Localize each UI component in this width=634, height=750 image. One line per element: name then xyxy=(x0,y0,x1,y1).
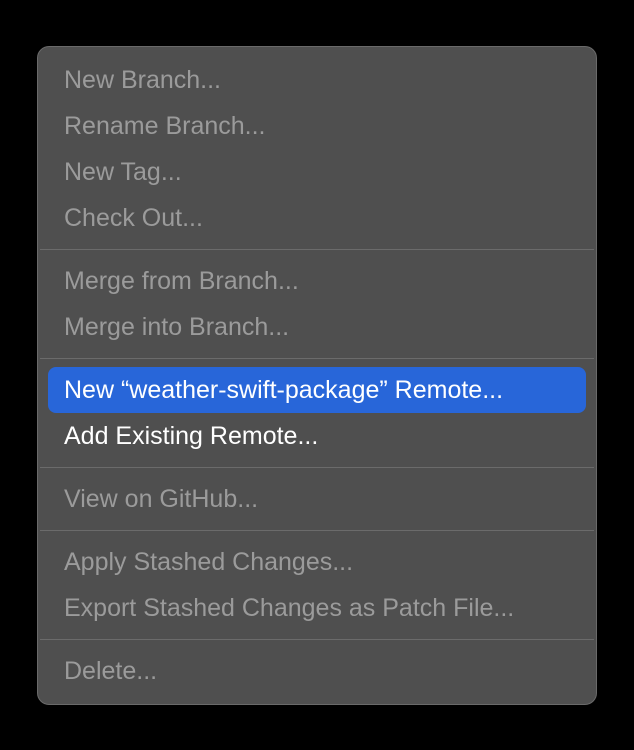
menu-item-new-tag: New Tag... xyxy=(38,149,596,195)
menu-separator xyxy=(40,530,594,531)
menu-separator xyxy=(40,467,594,468)
menu-item-apply-stashed-changes: Apply Stashed Changes... xyxy=(38,539,596,585)
menu-item-rename-branch: Rename Branch... xyxy=(38,103,596,149)
menu-separator xyxy=(40,639,594,640)
menu-separator xyxy=(40,249,594,250)
menu-item-merge-into-branch: Merge into Branch... xyxy=(38,304,596,350)
menu-item-new-branch: New Branch... xyxy=(38,57,596,103)
menu-item-new-remote[interactable]: New “weather-swift-package” Remote... xyxy=(48,367,586,413)
menu-item-view-on-github: View on GitHub... xyxy=(38,476,596,522)
menu-item-add-existing-remote[interactable]: Add Existing Remote... xyxy=(38,413,596,459)
menu-separator xyxy=(40,358,594,359)
context-menu: New Branch...Rename Branch...New Tag...C… xyxy=(37,46,597,705)
menu-item-export-stashed-changes: Export Stashed Changes as Patch File... xyxy=(38,585,596,631)
menu-item-delete: Delete... xyxy=(38,648,596,694)
menu-item-check-out: Check Out... xyxy=(38,195,596,241)
menu-item-merge-from-branch: Merge from Branch... xyxy=(38,258,596,304)
